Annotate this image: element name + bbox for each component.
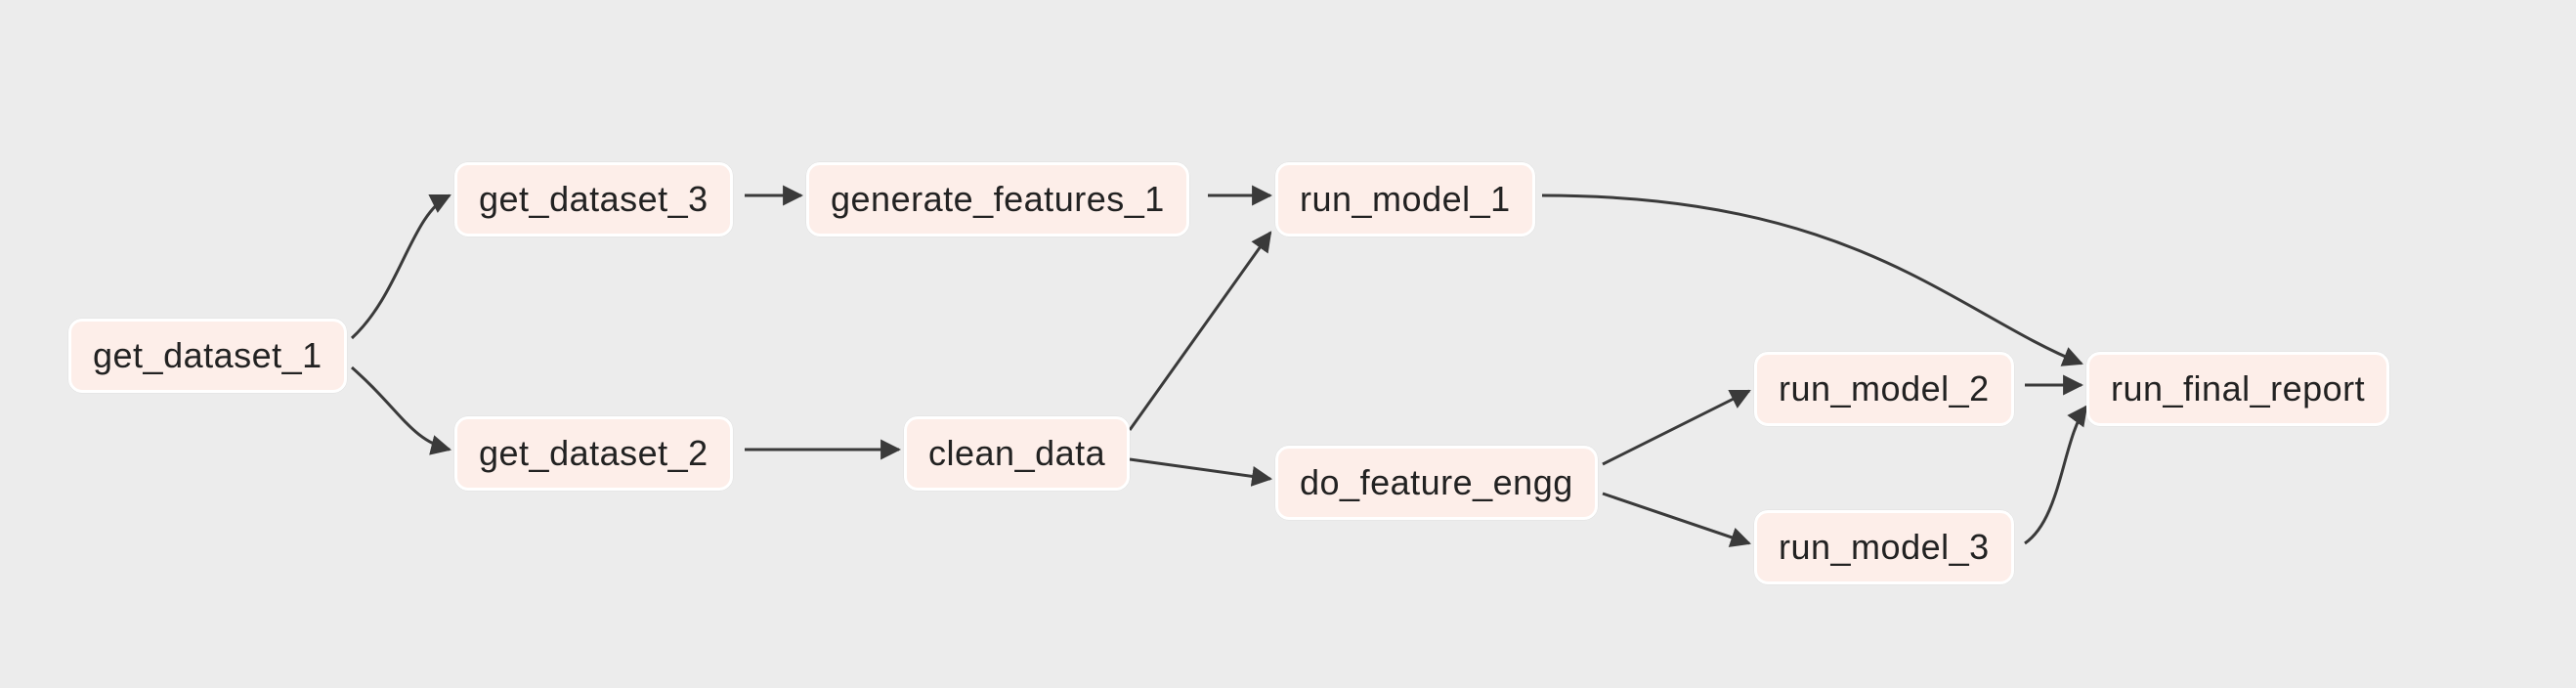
node-get_dataset_1: get_dataset_1 (68, 319, 347, 393)
edge-get_dataset_1-get_dataset_2 (352, 367, 450, 450)
edge-run_model_3-run_final_report (2025, 407, 2086, 543)
dag-canvas: get_dataset_1 get_dataset_3 get_dataset_… (0, 0, 2576, 688)
node-get_dataset_2: get_dataset_2 (454, 416, 733, 491)
node-run_model_3: run_model_3 (1754, 510, 2014, 584)
node-run_model_1: run_model_1 (1275, 162, 1535, 236)
edge-run_model_1-run_final_report (1542, 195, 2082, 364)
node-clean_data: clean_data (904, 416, 1130, 491)
node-run_model_2: run_model_2 (1754, 352, 2014, 426)
node-run_final_report: run_final_report (2086, 352, 2389, 426)
edge-layer (0, 0, 2576, 688)
edge-clean_data-do_feature_engg (1130, 459, 1270, 479)
edge-clean_data-run_model_1 (1130, 233, 1270, 430)
node-generate_features_1: generate_features_1 (806, 162, 1189, 236)
edge-do_feature_engg-run_model_3 (1603, 494, 1749, 543)
node-do_feature_engg: do_feature_engg (1275, 446, 1598, 520)
edge-get_dataset_1-get_dataset_3 (352, 195, 450, 338)
node-get_dataset_3: get_dataset_3 (454, 162, 733, 236)
edge-do_feature_engg-run_model_2 (1603, 391, 1749, 464)
